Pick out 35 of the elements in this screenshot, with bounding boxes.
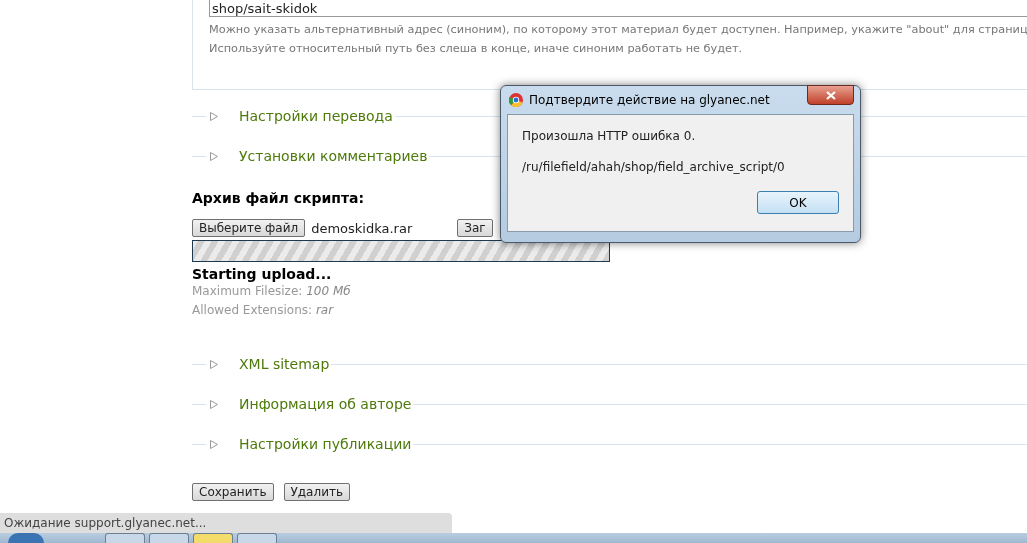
extensions-info: Allowed Extensions: rar	[192, 303, 334, 317]
close-button[interactable]	[807, 85, 854, 105]
filesize-info: Maximum Filesize: 100 Мб	[192, 284, 351, 298]
expand-triangle-icon[interactable]	[210, 359, 218, 369]
section-title[interactable]: Информация об авторе	[239, 396, 414, 412]
expand-triangle-icon[interactable]	[210, 151, 218, 161]
dialog-title: Подтвердите действие на glyanec.net	[529, 93, 771, 107]
expand-triangle-icon[interactable]	[210, 399, 218, 409]
expand-triangle-icon[interactable]	[210, 439, 218, 449]
help-text: Можно указать альтернативный адрес (синоним), по которому этот материал будет доступен. Например, укажите "about" для страниц	[209, 22, 1027, 38]
section-title[interactable]: Настройки публикации	[239, 436, 414, 452]
taskbar-button[interactable]	[105, 533, 145, 543]
upload-button[interactable]: Заг	[457, 219, 493, 237]
start-button[interactable]	[8, 533, 44, 543]
save-button[interactable]: Сохранить	[192, 483, 274, 501]
expand-triangle-icon[interactable]	[210, 111, 218, 121]
upload-status: Starting upload...	[192, 266, 333, 282]
taskbar-button[interactable]	[149, 533, 189, 543]
alias-field[interactable]: shop/sait-skidok	[209, 0, 1027, 17]
section-title[interactable]: XML sitemap	[239, 356, 332, 372]
status-bar: Ожидание support.glyanec.net...	[0, 513, 452, 533]
section-title[interactable]: Настройки перевода	[239, 108, 395, 124]
close-icon	[825, 90, 836, 100]
dialog-message: Произошла HTTP ошибка 0.	[522, 129, 697, 143]
taskbar-button[interactable]	[193, 533, 233, 543]
dialog-path: /ru/filefield/ahah/shop/field_archive_script/0	[522, 160, 786, 174]
browser-logo-icon	[509, 93, 523, 107]
ok-button[interactable]: OK	[757, 191, 839, 214]
taskbar-button[interactable]	[237, 533, 277, 543]
section-title[interactable]: Установки комментариев	[239, 148, 430, 164]
delete-button[interactable]: Удалить	[283, 483, 350, 501]
choose-file-button[interactable]: Выберите файл	[192, 219, 306, 237]
file-name: demoskidka.rar	[311, 220, 414, 236]
help-text: Используйте относительный путь без слеша в конце, иначе синоним работать не будет.	[209, 41, 744, 57]
field-heading: Архив файл скрипта:	[192, 189, 365, 208]
